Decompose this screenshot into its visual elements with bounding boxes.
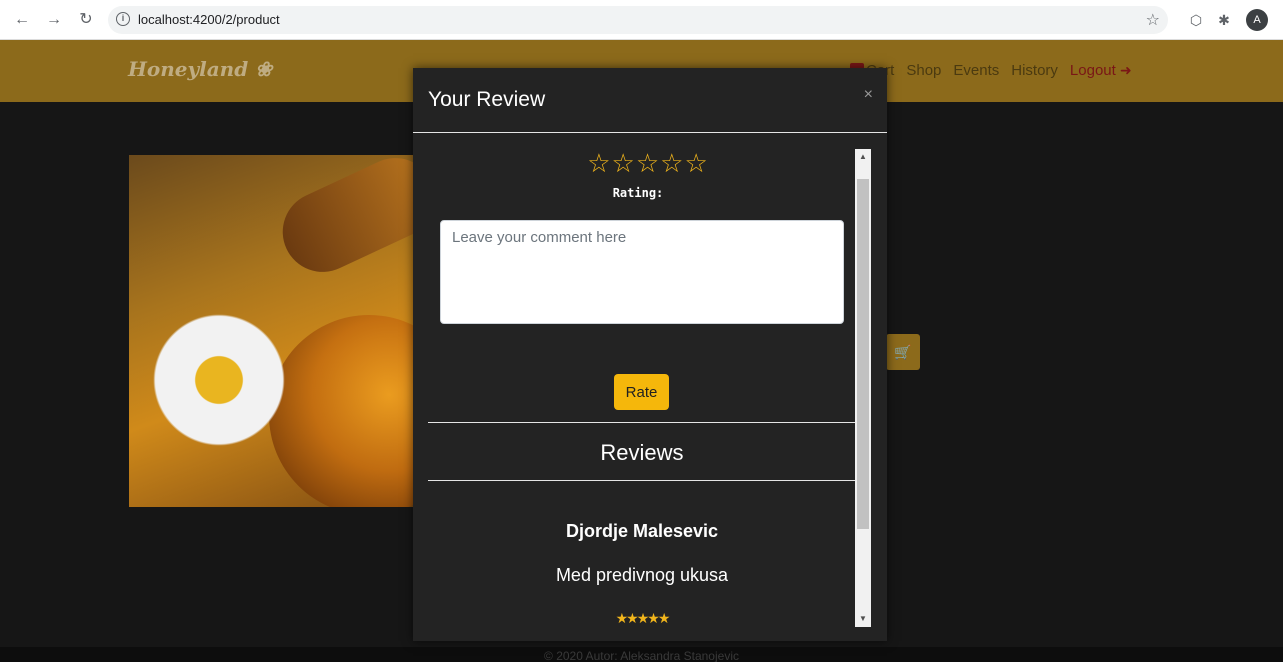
scroll-thumb[interactable]: [857, 179, 869, 529]
reload-icon[interactable]: ↻: [76, 10, 96, 30]
back-arrow-icon[interactable]: ←: [12, 10, 32, 30]
rating-label: Rating:: [612, 186, 664, 200]
browser-toolbar: ← → ↻ i localhost:4200/2/product ☆ ⬡ ✱ A: [0, 0, 1283, 40]
profile-avatar[interactable]: A: [1246, 9, 1268, 31]
product-image: [129, 155, 429, 507]
bookmark-star-icon[interactable]: ☆: [1146, 10, 1160, 30]
close-icon[interactable]: ×: [864, 86, 873, 104]
cart-icon: 🛒: [894, 344, 912, 360]
bee-icon: ❀: [255, 57, 272, 81]
nav-shop[interactable]: Shop: [906, 62, 941, 79]
review-rating-stars: ★★★★★: [615, 613, 671, 625]
modal-title: Your Review: [428, 88, 546, 111]
extension-cube-icon[interactable]: ⬡: [1186, 10, 1206, 30]
honey-jar-shape: [269, 315, 429, 507]
nav-events[interactable]: Events: [953, 62, 999, 79]
logout-icon: ➜: [1119, 62, 1132, 78]
nav-links: Cart Shop Events History Logout ➜: [850, 62, 1132, 79]
review-text: Med predivnog ukusa: [555, 565, 729, 585]
rate-button[interactable]: Rate: [614, 374, 669, 410]
modal-header: Your Review ×: [413, 68, 887, 133]
review-modal: Your Review × ☆☆☆☆☆ Rating: Rate Reviews…: [413, 68, 887, 641]
comment-textarea[interactable]: [440, 220, 844, 324]
scroll-down-arrow-icon[interactable]: ▼: [855, 611, 871, 627]
nav-logout-label: Logout: [1069, 62, 1116, 79]
address-url: localhost:4200/2/product: [138, 12, 280, 27]
site-logo[interactable]: Honeyland ❀: [128, 57, 272, 81]
reviews-heading: Reviews: [600, 440, 684, 465]
logo-text: Honeyland: [128, 57, 249, 81]
forward-arrow-icon[interactable]: →: [44, 10, 64, 30]
nav-logout[interactable]: Logout ➜: [1070, 62, 1132, 79]
footer-text: © 2020 Autor: Aleksandra Stanojevic: [0, 647, 1283, 662]
nav-history[interactable]: History: [1011, 62, 1058, 79]
star-rating-input[interactable]: ☆☆☆☆☆: [578, 148, 718, 178]
address-bar[interactable]: i localhost:4200/2/product ☆: [108, 6, 1168, 34]
scroll-up-arrow-icon[interactable]: ▲: [855, 149, 871, 165]
info-icon[interactable]: i: [116, 12, 130, 26]
honey-dipper-shape: [269, 155, 429, 286]
review-author: Djordje Malesevic: [565, 521, 719, 541]
add-to-cart-button[interactable]: 🛒: [886, 334, 920, 370]
extensions-puzzle-icon[interactable]: ✱: [1214, 10, 1234, 30]
divider: [428, 422, 856, 423]
modal-scrollbar[interactable]: ▲ ▼: [855, 149, 871, 627]
daisy-flower-shape: [144, 305, 294, 455]
modal-body: ☆☆☆☆☆ Rating: Rate Reviews Djordje Males…: [413, 148, 856, 628]
divider: [428, 480, 856, 481]
